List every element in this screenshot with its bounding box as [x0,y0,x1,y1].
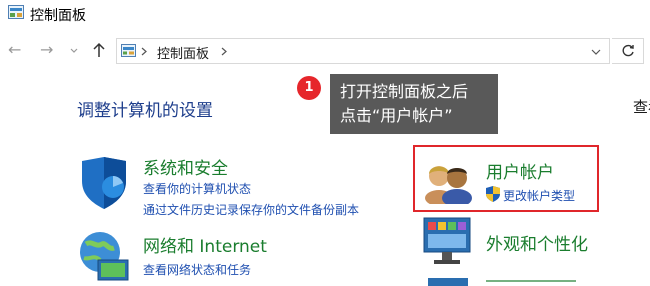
shield-icon [82,157,126,209]
appearance-monitor-icon [423,217,471,264]
title-bar: 控制面板 [0,0,650,28]
control-panel-small-icon [121,44,136,57]
callout-line-2: 点击“用户帐户” [340,106,453,125]
breadcrumb-separator-icon[interactable] [221,47,227,56]
category-network-internet[interactable]: 网络和 Internet [143,232,267,257]
refresh-icon [622,44,634,57]
window-title: 控制面板 [30,8,86,24]
recent-locations-chevron-icon[interactable] [70,48,78,54]
instruction-callout: 打开控制面板之后 点击“用户帐户” [330,74,498,134]
view-by-label[interactable]: 查看 [633,96,650,117]
up-arrow-icon[interactable] [92,42,106,58]
callout-line-1: 打开控制面板之后 [340,82,469,101]
network-globe-icon [80,232,129,281]
highlight-user-accounts [413,145,599,212]
breadcrumb-control-panel[interactable]: 控制面板 [157,43,209,62]
breadcrumb-separator-icon[interactable] [141,47,147,56]
forward-arrow-icon[interactable]: → [40,40,53,60]
address-bar[interactable]: 控制面板 [116,38,610,64]
link-view-computer-status[interactable]: 查看你的计算机状态 [143,180,251,197]
address-dropdown-chevron-icon[interactable] [591,49,601,55]
back-arrow-icon[interactable]: ← [8,40,21,60]
category-appearance-personalization[interactable]: 外观和个性化 [486,230,588,255]
clock-region-icon [428,278,468,286]
refresh-button[interactable] [612,38,644,64]
category-system-security[interactable]: 系统和安全 [143,154,228,179]
link-file-history-backup[interactable]: 通过文件历史记录保存你的文件备份副本 [143,201,359,218]
category-clock-region-partial[interactable] [486,276,576,286]
link-view-network-status[interactable]: 查看网络状态和任务 [143,261,251,278]
step-badge: 1 [297,76,321,100]
control-panel-icon [8,5,24,19]
page-heading: 调整计算机的设置 [77,101,213,121]
